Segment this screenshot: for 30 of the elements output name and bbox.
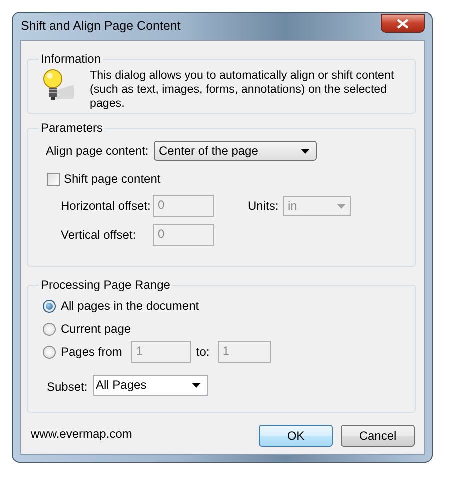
lightbulb-icon xyxy=(42,69,76,101)
website-link[interactable]: www.evermap.com xyxy=(31,425,132,443)
radio-button[interactable] xyxy=(43,322,56,336)
close-button[interactable] xyxy=(381,14,425,33)
field-label: Vertical offset: xyxy=(61,227,138,244)
info-text: This dialog allows you to automatically align or shift content (such as text, images, forms, annotations) on the selected pages. xyxy=(90,69,396,111)
window-title: Shift and Align Page Content xyxy=(20,18,181,36)
close-icon xyxy=(397,18,409,28)
group-title: Processing Page Range xyxy=(40,279,172,291)
field-label: to: xyxy=(196,344,210,361)
field-label: Subset: xyxy=(47,379,89,396)
group-title: Information xyxy=(40,53,102,65)
ok-button[interactable]: OK xyxy=(259,425,333,447)
radio-label: Pages from xyxy=(61,344,122,361)
dropdown-arrow-icon xyxy=(301,148,310,154)
group-title: Parameters xyxy=(40,122,104,134)
radio-button[interactable] xyxy=(43,300,56,312)
field-label: Align page content: xyxy=(46,143,150,160)
radio-label: Current page xyxy=(61,321,132,338)
dropdown-arrow-icon xyxy=(192,382,201,388)
dropdown-arrow-icon xyxy=(337,204,346,208)
cancel-button[interactable]: Cancel xyxy=(341,425,415,447)
align-dropdown[interactable]: Center of the page xyxy=(154,141,317,161)
subset-dropdown[interactable]: All Pages xyxy=(93,374,208,396)
field-label: Units: xyxy=(248,198,280,215)
shift-checkbox[interactable] xyxy=(47,172,60,186)
field-label: Horizontal offset: xyxy=(61,198,152,215)
checkbox-label: Shift page content xyxy=(64,171,161,188)
radio-label: All pages in the document xyxy=(61,298,200,315)
radio-button[interactable] xyxy=(43,346,56,358)
